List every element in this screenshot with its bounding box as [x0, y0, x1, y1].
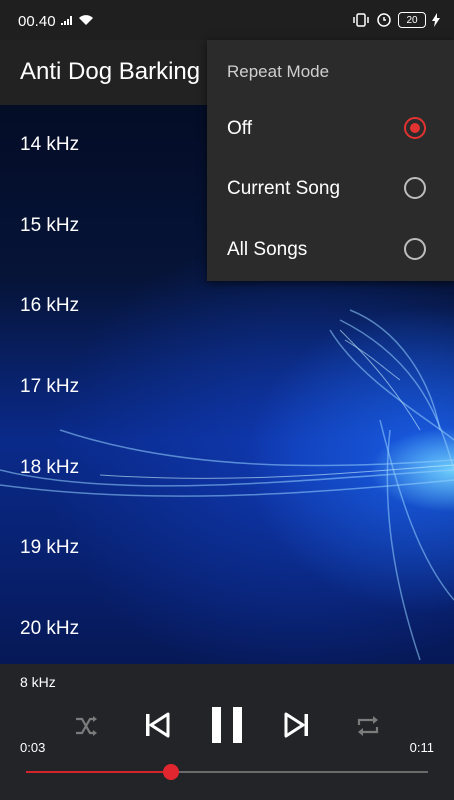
app-title: Anti Dog Barking [20, 58, 201, 85]
option-label: Current Song [227, 178, 341, 199]
repeat-option-all-songs[interactable]: All Songs [207, 221, 454, 281]
seek-bar[interactable] [26, 764, 428, 780]
pause-icon[interactable] [210, 706, 244, 744]
repeat-mode-menu: Repeat Mode Off Current Song All Songs [207, 40, 454, 281]
wifi-icon [79, 15, 93, 25]
player-panel: 8 kHz 0:03 0:11 [0, 664, 454, 800]
signal-icon [61, 16, 72, 25]
radio-unselected[interactable] [404, 238, 426, 260]
frequency-item[interactable]: 17 kHz [0, 347, 454, 428]
frequency-item[interactable]: 18 kHz [0, 427, 454, 508]
charging-icon [432, 13, 440, 27]
repeat-icon[interactable] [355, 714, 381, 738]
radio-selected[interactable] [404, 117, 426, 139]
alarm-icon [377, 13, 391, 27]
repeat-option-current-song[interactable]: Current Song [207, 160, 454, 220]
shuffle-icon[interactable] [74, 715, 98, 737]
repeat-mode-title: Repeat Mode [227, 62, 330, 81]
seek-thumb[interactable] [162, 764, 179, 780]
elapsed-time: 0:03 [20, 740, 46, 755]
repeat-option-off[interactable]: Off [207, 100, 454, 160]
now-playing-title: 8 kHz [20, 674, 56, 690]
radio-unselected[interactable] [404, 177, 426, 199]
status-time: 00.40 [18, 13, 56, 30]
status-left-icons [60, 14, 94, 26]
option-label: All Songs [227, 239, 308, 260]
battery-indicator: 20 [398, 12, 426, 28]
vibrate-icon [353, 13, 369, 27]
status-right-icons: 20 [352, 12, 440, 28]
frequency-item[interactable]: 20 kHz [0, 589, 454, 670]
option-label: Off [227, 118, 252, 139]
frequency-item[interactable]: 19 kHz [0, 508, 454, 589]
next-icon[interactable] [284, 712, 310, 738]
total-time: 0:11 [409, 740, 434, 755]
previous-icon[interactable] [144, 712, 170, 738]
seek-progress [26, 771, 171, 773]
status-bar: 00.40 20 [0, 0, 454, 40]
